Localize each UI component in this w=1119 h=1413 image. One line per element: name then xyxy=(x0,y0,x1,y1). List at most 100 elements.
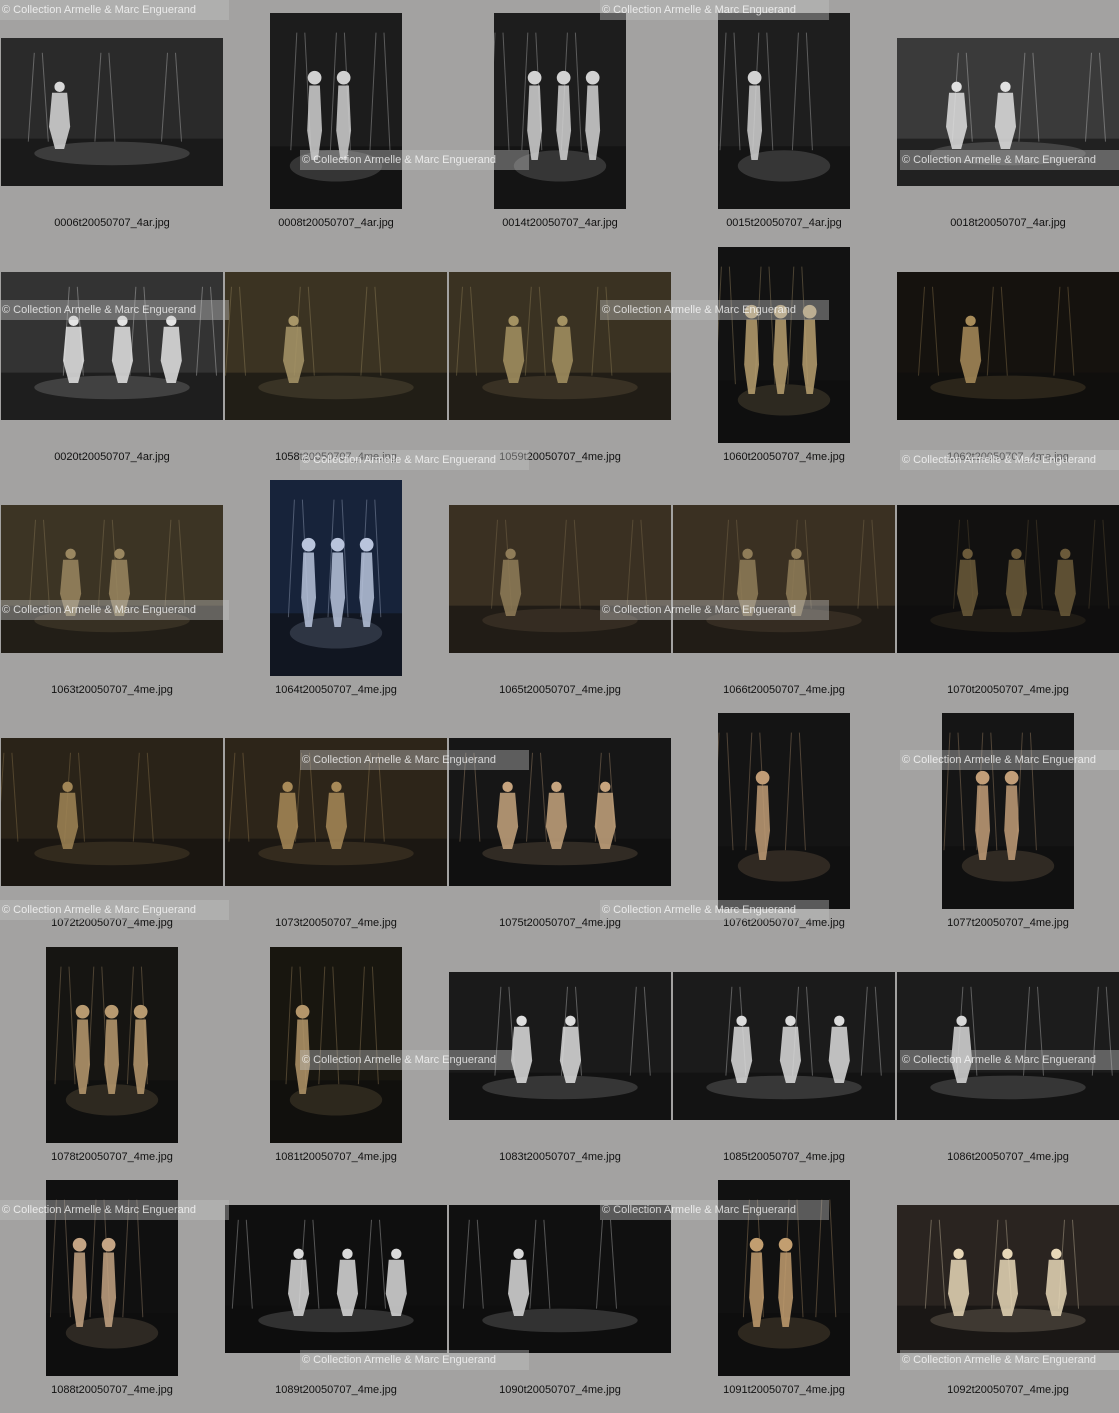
photo-thumbnail[interactable] xyxy=(225,1205,447,1353)
thumbnail-filename[interactable]: 0018t20050707_4ar.jpg xyxy=(896,217,1119,229)
photo-scene xyxy=(270,947,402,1143)
thumbnail-filename[interactable]: 1086t20050707_4me.jpg xyxy=(896,1151,1119,1163)
photo-thumbnail[interactable] xyxy=(46,1180,178,1376)
thumbnail-cell: 1090t20050707_4me.jpg xyxy=(448,1180,672,1413)
photo-thumbnail[interactable] xyxy=(718,1180,850,1376)
thumbnail-filename[interactable]: 1089t20050707_4me.jpg xyxy=(224,1384,448,1396)
photo-thumbnail[interactable] xyxy=(718,13,850,209)
thumbnail-cell: 1063t20050707_4me.jpg xyxy=(0,480,224,713)
thumbnail-filename[interactable]: 0014t20050707_4ar.jpg xyxy=(448,217,672,229)
photo-scene xyxy=(449,505,671,653)
photo-thumbnail[interactable] xyxy=(270,13,402,209)
thumbnail-cell: 1070t20050707_4me.jpg xyxy=(896,480,1119,713)
thumbnail-cell: 1077t20050707_4me.jpg xyxy=(896,713,1119,946)
photo-scene xyxy=(897,272,1119,420)
photo-scene xyxy=(897,972,1119,1120)
photo-scene xyxy=(225,738,447,886)
photo-thumbnail[interactable] xyxy=(270,480,402,676)
photo-scene xyxy=(449,1205,671,1353)
thumbnail-cell: 1075t20050707_4me.jpg xyxy=(448,713,672,946)
photo-scene xyxy=(46,947,178,1143)
thumbnail-filename[interactable]: 1092t20050707_4me.jpg xyxy=(896,1384,1119,1396)
photo-thumbnail[interactable] xyxy=(1,505,223,653)
photo-thumbnail[interactable] xyxy=(449,972,671,1120)
photo-scene xyxy=(897,505,1119,653)
photo-thumbnail[interactable] xyxy=(897,1205,1119,1353)
thumbnail-filename[interactable]: 1064t20050707_4me.jpg xyxy=(224,684,448,696)
photo-thumbnail[interactable] xyxy=(225,272,447,420)
thumbnail-filename[interactable]: 1072t20050707_4me.jpg xyxy=(0,917,224,929)
photo-thumbnail[interactable] xyxy=(449,272,671,420)
thumbnail-filename[interactable]: 1076t20050707_4me.jpg xyxy=(672,917,896,929)
photo-thumbnail[interactable] xyxy=(46,947,178,1143)
thumbnail-cell: 1064t20050707_4me.jpg xyxy=(224,480,448,713)
photo-scene xyxy=(270,13,402,209)
thumbnail-filename[interactable]: 0006t20050707_4ar.jpg xyxy=(0,217,224,229)
photo-thumbnail[interactable] xyxy=(673,505,895,653)
photo-thumbnail[interactable] xyxy=(225,738,447,886)
photo-scene xyxy=(1,505,223,653)
thumbnail-filename[interactable]: 1070t20050707_4me.jpg xyxy=(896,684,1119,696)
thumbnail-filename[interactable]: 1091t20050707_4me.jpg xyxy=(672,1384,896,1396)
photo-thumbnail[interactable] xyxy=(897,505,1119,653)
photo-thumbnail[interactable] xyxy=(897,38,1119,186)
thumbnail-filename[interactable]: 1077t20050707_4me.jpg xyxy=(896,917,1119,929)
thumbnail-filename[interactable]: 1083t20050707_4me.jpg xyxy=(448,1151,672,1163)
thumbnail-cell: 1073t20050707_4me.jpg xyxy=(224,713,448,946)
thumbnail-cell: 0015t20050707_4ar.jpg xyxy=(672,13,896,246)
photo-thumbnail[interactable] xyxy=(449,738,671,886)
thumbnail-filename[interactable]: 1081t20050707_4me.jpg xyxy=(224,1151,448,1163)
thumbnail-cell: 1085t20050707_4me.jpg xyxy=(672,947,896,1180)
photo-thumbnail[interactable] xyxy=(718,713,850,909)
thumbnail-filename[interactable]: 0020t20050707_4ar.jpg xyxy=(0,451,224,463)
thumbnail-filename[interactable]: 1075t20050707_4me.jpg xyxy=(448,917,672,929)
thumbnail-cell: 0018t20050707_4ar.jpg xyxy=(896,13,1119,246)
photo-thumbnail[interactable] xyxy=(718,247,850,443)
photo-scene xyxy=(897,1205,1119,1353)
photo-scene xyxy=(673,972,895,1120)
thumbnail-cell: 1076t20050707_4me.jpg xyxy=(672,713,896,946)
photo-scene xyxy=(270,480,402,676)
photo-scene xyxy=(897,38,1119,186)
photo-thumbnail[interactable] xyxy=(1,272,223,420)
photo-scene xyxy=(225,1205,447,1353)
thumbnail-filename[interactable]: 1060t20050707_4me.jpg xyxy=(672,451,896,463)
photo-scene xyxy=(673,505,895,653)
photo-thumbnail[interactable] xyxy=(494,13,626,209)
photo-scene xyxy=(718,713,850,909)
thumbnail-filename[interactable]: 1078t20050707_4me.jpg xyxy=(0,1151,224,1163)
photo-thumbnail[interactable] xyxy=(942,713,1074,909)
photo-thumbnail[interactable] xyxy=(897,272,1119,420)
thumbnail-cell: 1060t20050707_4me.jpg xyxy=(672,247,896,480)
photo-scene xyxy=(225,272,447,420)
photo-thumbnail[interactable] xyxy=(673,972,895,1120)
photo-thumbnail[interactable] xyxy=(270,947,402,1143)
photo-thumbnail[interactable] xyxy=(1,738,223,886)
thumbnail-filename[interactable]: 1062t20050707_4me.jpg xyxy=(896,451,1119,463)
photo-thumbnail[interactable] xyxy=(897,972,1119,1120)
photo-scene xyxy=(1,38,223,186)
photo-scene xyxy=(718,13,850,209)
thumbnail-cell: 1089t20050707_4me.jpg xyxy=(224,1180,448,1413)
thumbnail-filename[interactable]: 0015t20050707_4ar.jpg xyxy=(672,217,896,229)
photo-scene xyxy=(718,247,850,443)
thumbnail-filename[interactable]: 1085t20050707_4me.jpg xyxy=(672,1151,896,1163)
photo-thumbnail[interactable] xyxy=(449,1205,671,1353)
thumbnail-cell: 1083t20050707_4me.jpg xyxy=(448,947,672,1180)
thumbnail-filename[interactable]: 1088t20050707_4me.jpg xyxy=(0,1384,224,1396)
thumbnail-filename[interactable]: 1058t20050707_4me.jpg xyxy=(224,451,448,463)
thumbnail-filename[interactable]: 1073t20050707_4me.jpg xyxy=(224,917,448,929)
photo-thumbnail[interactable] xyxy=(449,505,671,653)
thumbnail-filename[interactable]: 1065t20050707_4me.jpg xyxy=(448,684,672,696)
thumbnail-filename[interactable]: 1059t20050707_4me.jpg xyxy=(448,451,672,463)
photo-scene xyxy=(1,738,223,886)
thumbnail-cell: 0014t20050707_4ar.jpg xyxy=(448,13,672,246)
thumbnail-cell: 1062t20050707_4me.jpg xyxy=(896,247,1119,480)
photo-thumbnail[interactable] xyxy=(1,38,223,186)
photo-scene xyxy=(494,13,626,209)
thumbnail-filename[interactable]: 1066t20050707_4me.jpg xyxy=(672,684,896,696)
thumbnail-filename[interactable]: 0008t20050707_4ar.jpg xyxy=(224,217,448,229)
thumbnail-filename[interactable]: 1090t20050707_4me.jpg xyxy=(448,1384,672,1396)
thumbnail-cell: 0020t20050707_4ar.jpg xyxy=(0,247,224,480)
thumbnail-filename[interactable]: 1063t20050707_4me.jpg xyxy=(0,684,224,696)
